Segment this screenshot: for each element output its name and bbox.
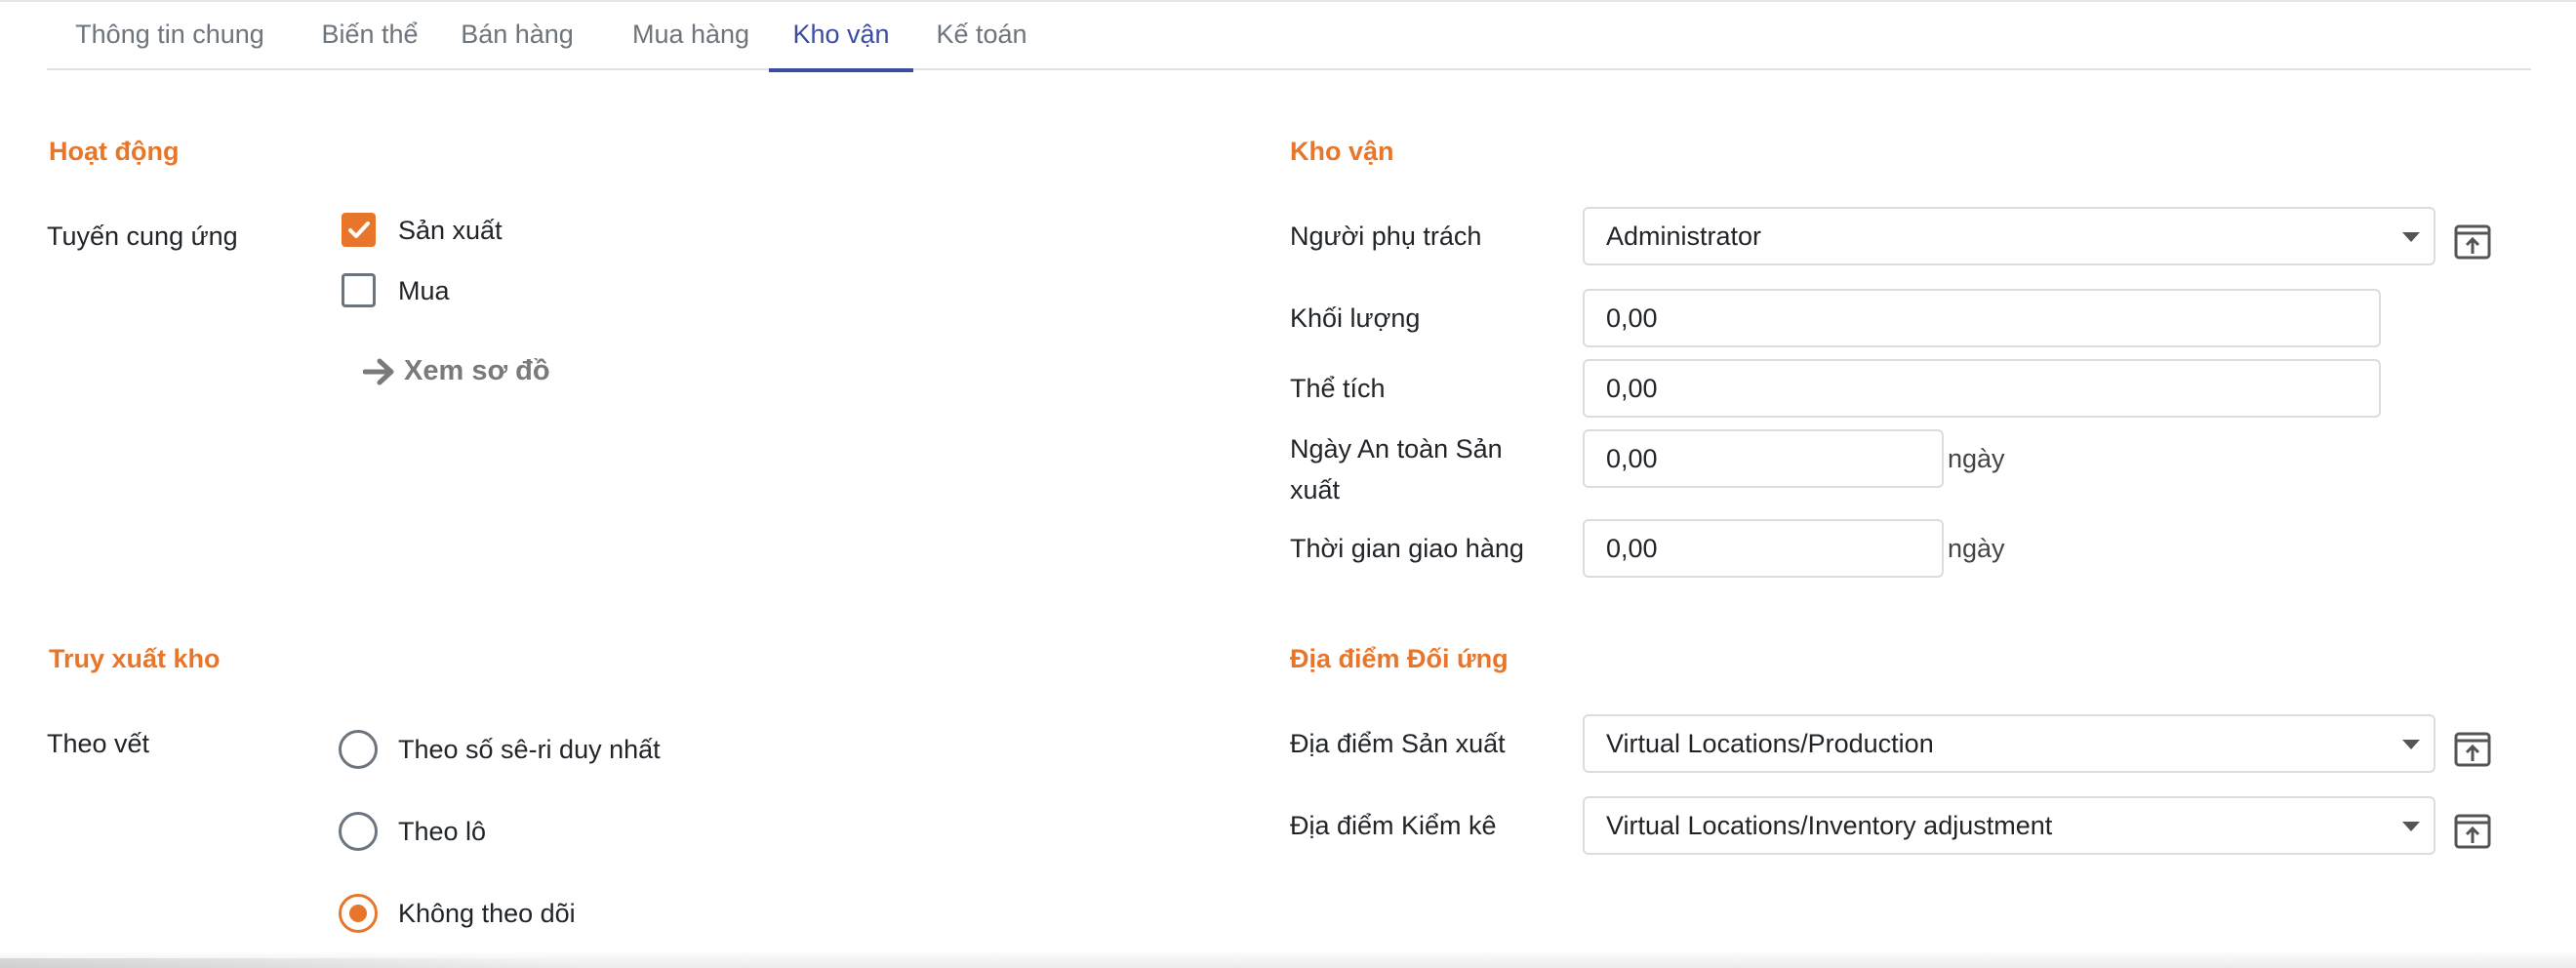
inventory-location-label: Địa điểm Kiểm kê [1290, 811, 1497, 840]
route-manufacture-checkbox[interactable] [342, 213, 376, 247]
tab-sales[interactable]: Bán hàng [449, 2, 585, 70]
tracking-label: Theo vết [47, 729, 150, 758]
manufacturing-lead-unit: ngày [1948, 444, 2005, 473]
logistics-section-title: Kho vận [1290, 137, 1394, 166]
traceability-section-title: Truy xuất kho [49, 644, 221, 673]
manufacturing-lead-label: Ngày An toàn Sản xuất [1290, 434, 1503, 504]
inventory-location-value: Virtual Locations/Inventory adjustment [1606, 811, 2053, 840]
tracking-lot-label: Theo lô [398, 817, 487, 846]
view-diagram-label: Xem sơ đồ [404, 355, 550, 386]
tab-variants[interactable]: Biến thể [306, 2, 433, 70]
inventory-location-select[interactable]: Virtual Locations/Inventory adjustment [1583, 796, 2435, 855]
weight-label: Khối lượng [1290, 303, 1421, 333]
view-diagram-button[interactable]: Xem sơ đồ [363, 355, 550, 387]
check-icon [348, 222, 370, 238]
delivery-lead-label: Thời gian giao hàng [1290, 534, 1524, 563]
production-location-label: Địa điểm Sản xuất [1290, 729, 1506, 758]
arrow-right-icon [363, 358, 394, 384]
volume-label: Thể tích [1290, 374, 1386, 403]
tab-accounting[interactable]: Kế toán [925, 2, 1038, 70]
counterpart-section-title: Địa điểm Đối ứng [1290, 644, 1509, 673]
delivery-lead-input[interactable]: 0,00 [1583, 519, 1944, 578]
route-buy-label: Mua [398, 276, 450, 305]
tracking-lot-radio[interactable] [339, 812, 378, 851]
caret-down-icon [2402, 822, 2420, 831]
tracking-none-radio[interactable] [339, 894, 378, 933]
operations-section-title: Hoạt động [49, 137, 180, 166]
delivery-lead-unit: ngày [1948, 534, 2005, 563]
responsible-select[interactable]: Administrator [1583, 207, 2435, 265]
tab-inventory[interactable]: Kho vận [769, 2, 913, 72]
responsible-label: Người phụ trách [1290, 222, 1482, 251]
production-location-select[interactable]: Virtual Locations/Production [1583, 714, 2435, 773]
external-link-icon[interactable] [2453, 222, 2492, 262]
route-buy-checkbox[interactable] [342, 273, 376, 307]
tab-general-info[interactable]: Thông tin chung [47, 2, 293, 70]
caret-down-icon [2402, 232, 2420, 242]
tracking-serial-label: Theo số sê-ri duy nhất [398, 735, 661, 764]
notebook-tabs: Thông tin chung Biến thể Bán hàng Mua hà… [47, 2, 2531, 72]
weight-input[interactable]: 0,00 [1583, 289, 2381, 347]
routes-label: Tuyến cung ứng [47, 222, 238, 251]
tracking-serial-radio[interactable] [339, 730, 378, 769]
external-link-icon[interactable] [2453, 730, 2492, 769]
tab-purchase[interactable]: Mua hàng [599, 2, 783, 70]
responsible-value: Administrator [1606, 222, 1762, 251]
route-manufacture-label: Sản xuất [398, 216, 503, 245]
tracking-none-label: Không theo dõi [398, 899, 576, 928]
manufacturing-lead-input[interactable]: 0,00 [1583, 429, 1944, 488]
external-link-icon[interactable] [2453, 812, 2492, 851]
production-location-value: Virtual Locations/Production [1606, 729, 1934, 758]
bottom-shadow-edge [0, 958, 585, 968]
volume-input[interactable]: 0,00 [1583, 359, 2381, 418]
caret-down-icon [2402, 740, 2420, 749]
